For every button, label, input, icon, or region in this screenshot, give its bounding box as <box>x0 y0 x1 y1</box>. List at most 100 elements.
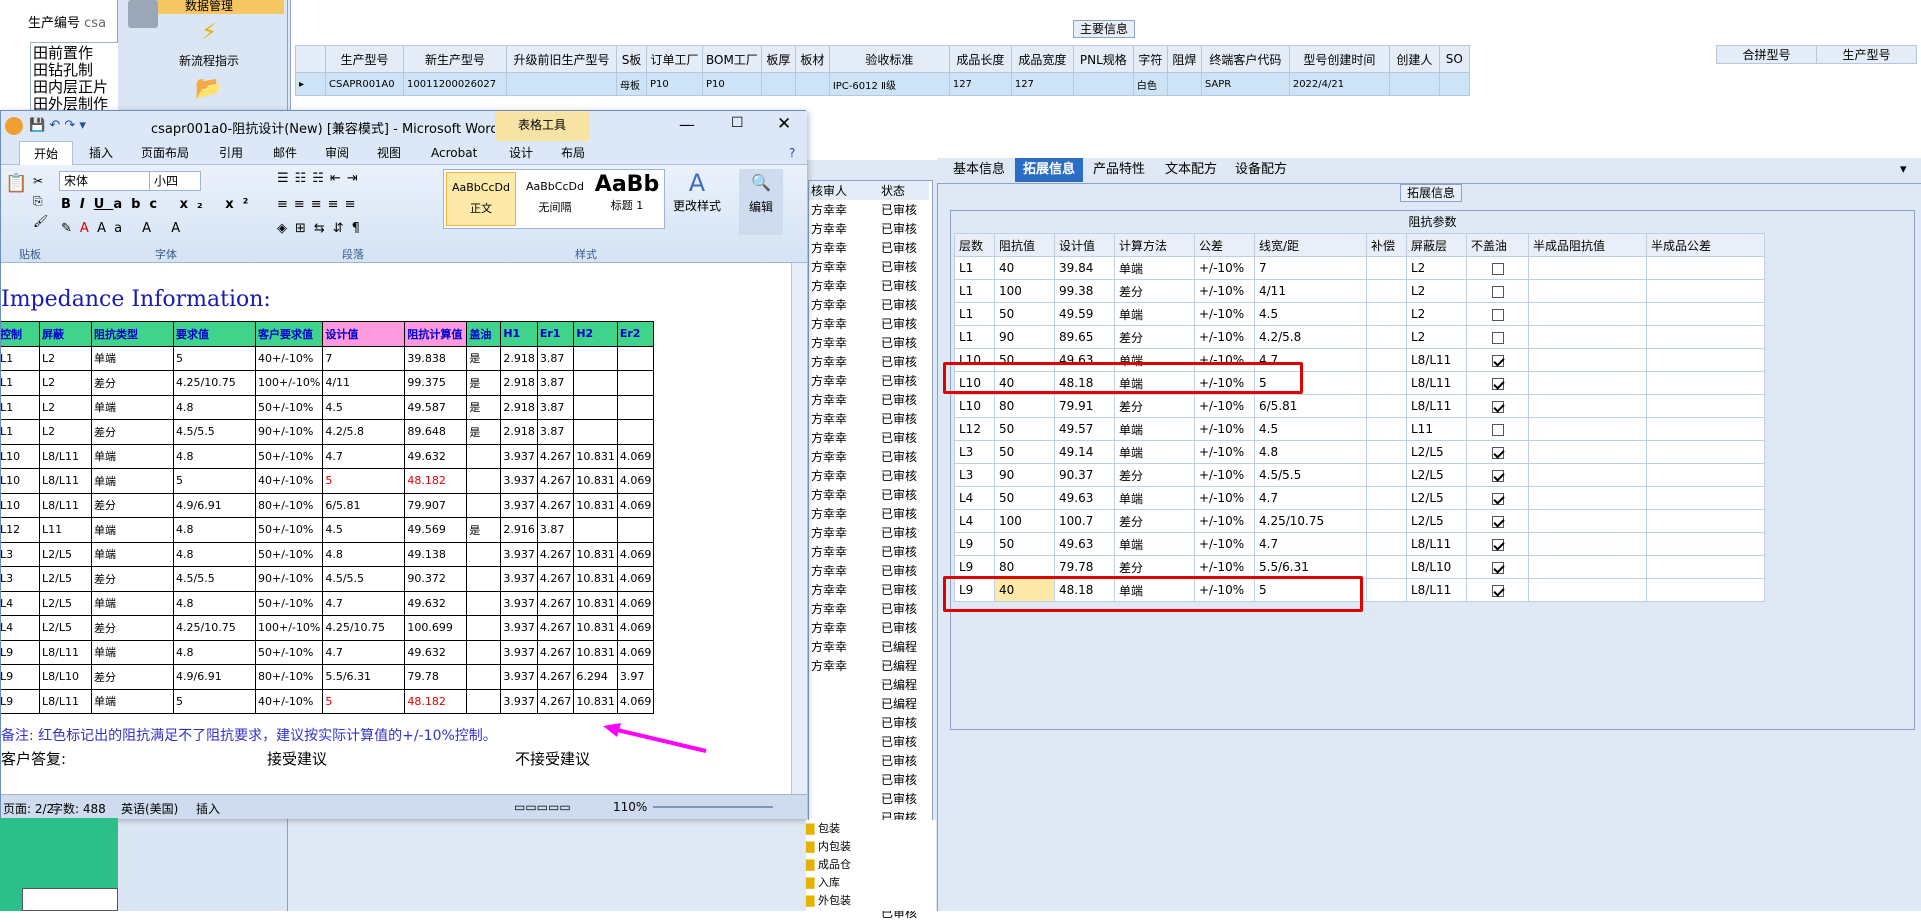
imp-cell[interactable]: 90 <box>994 325 1055 349</box>
close-icon[interactable]: ✕ <box>777 114 791 134</box>
ribbon-tab-home[interactable]: 开始 <box>19 141 74 165</box>
imp-cell[interactable] <box>1646 440 1765 464</box>
col-header[interactable]: BOM工厂 <box>702 45 762 73</box>
tab-device-recipe[interactable]: 设备配方 <box>1227 158 1295 182</box>
imp-cell[interactable] <box>1646 532 1765 556</box>
process-tree-item[interactable]: ▇ 入库 <box>806 874 840 890</box>
no-cover-checkbox[interactable] <box>1491 262 1504 275</box>
mid-row[interactable]: 方幸幸 已审核 <box>809 428 929 447</box>
imp-cell[interactable] <box>1366 578 1407 602</box>
imp-cell[interactable] <box>1366 555 1407 579</box>
process-tree-item[interactable]: ▇ 包装 <box>806 820 840 836</box>
col-header[interactable]: 升级前旧生产型号 <box>506 45 617 73</box>
col-header[interactable]: 合拼型号 <box>1716 45 1817 64</box>
imp-cell[interactable] <box>1646 509 1765 533</box>
imp-cell[interactable] <box>1528 302 1647 326</box>
vertical-scrollbar[interactable] <box>791 263 807 794</box>
imp-cell[interactable]: 49.14 <box>1054 440 1115 464</box>
help-icon[interactable]: ? <box>789 141 795 165</box>
col-header[interactable]: 成品长度 <box>948 45 1012 73</box>
imp-cell[interactable]: 89.65 <box>1054 325 1115 349</box>
imp-cell[interactable]: 100 <box>994 509 1055 533</box>
mid-row[interactable]: 方幸幸 已审核 <box>809 447 929 466</box>
col-header[interactable]: 新生产型号 <box>403 45 507 73</box>
no-cover-cell[interactable] <box>1466 279 1529 303</box>
imp-cell[interactable]: +/-10% <box>1194 440 1255 464</box>
process-tree[interactable]: ▇ 包装 ▇ 内包装 ▇ 成品仓 ▇ 入库 ▇ 外包装 <box>806 820 936 911</box>
tab-dropdown-icon[interactable]: ▾ <box>1892 158 1915 182</box>
imp-cell[interactable] <box>1366 440 1407 464</box>
imp-col-header[interactable]: 屏蔽层 <box>1406 233 1467 257</box>
no-cover-checkbox[interactable] <box>1491 469 1504 482</box>
imp-cell[interactable] <box>1528 371 1647 395</box>
no-cover-checkbox[interactable] <box>1491 331 1504 344</box>
imp-cell[interactable]: 40 <box>994 256 1055 280</box>
no-cover-cell[interactable] <box>1466 417 1529 441</box>
mid-row[interactable]: 方幸幸 已审核 <box>809 504 929 523</box>
imp-cell[interactable]: 90 <box>994 463 1055 487</box>
imp-cell[interactable]: L8/L11 <box>1406 394 1467 418</box>
no-cover-cell[interactable] <box>1466 394 1529 418</box>
imp-cell[interactable]: 差分 <box>1114 325 1195 349</box>
no-cover-cell[interactable] <box>1466 371 1529 395</box>
imp-cell[interactable]: 4.25/10.75 <box>1254 509 1367 533</box>
imp-cell[interactable]: L1 <box>954 302 995 326</box>
mid-row[interactable]: 已审核 <box>809 732 929 751</box>
zoom-slider[interactable] <box>653 806 773 808</box>
no-cover-checkbox[interactable] <box>1491 515 1504 528</box>
col-header[interactable]: 字符 <box>1132 45 1168 73</box>
mid-row[interactable]: 方幸幸 已审核 <box>809 314 929 333</box>
tab-basic[interactable]: 基本信息 <box>945 158 1013 182</box>
document-area[interactable]: Impedance Information: 控制 屏蔽 阻抗类型 要求值 客户要求值设… <box>1 263 791 783</box>
imp-cell[interactable] <box>1366 486 1407 510</box>
mid-row[interactable]: 已审核 <box>809 770 929 789</box>
left-tree[interactable]: 田前置作 田钻孔制 田内层正片 田外层制作 <box>30 42 120 112</box>
no-cover-cell[interactable] <box>1466 509 1529 533</box>
imp-cell[interactable] <box>1528 417 1647 441</box>
imp-col-header[interactable]: 公差 <box>1194 233 1255 257</box>
imp-cell[interactable]: 单端 <box>1114 256 1195 280</box>
impedance-row[interactable]: L3 50 49.14 单端 +/-10% 4.8 L2/L5 <box>954 440 1765 464</box>
imp-cell[interactable] <box>1646 325 1765 349</box>
col-header[interactable]: SO <box>1438 45 1470 73</box>
imp-cell[interactable]: 4.8 <box>1254 440 1367 464</box>
impedance-row[interactable]: L1 50 49.59 单端 +/-10% 4.5 L2 <box>954 302 1765 326</box>
view-buttons[interactable]: ▭▭▭▭▭ <box>514 800 571 814</box>
clipboard-icons[interactable]: ✂ ⎘ 🖌 <box>33 171 48 231</box>
imp-cell[interactable] <box>1528 256 1647 280</box>
imp-cell[interactable]: +/-10% <box>1194 256 1255 280</box>
imp-cell[interactable] <box>1528 486 1647 510</box>
no-cover-cell[interactable] <box>1466 578 1529 602</box>
imp-cell[interactable]: 差分 <box>1114 394 1195 418</box>
imp-cell[interactable] <box>1646 302 1765 326</box>
mid-row[interactable]: 方幸幸 已审核 <box>809 523 929 542</box>
imp-cell[interactable]: 差分 <box>1114 463 1195 487</box>
tab-product[interactable]: 产品特性 <box>1085 158 1153 182</box>
imp-col-header[interactable]: 补偿 <box>1366 233 1407 257</box>
imp-cell[interactable]: L8/L10 <box>1406 555 1467 579</box>
imp-cell[interactable] <box>1646 417 1765 441</box>
mid-row[interactable]: 方幸幸 已审核 <box>809 352 929 371</box>
ribbon-tab-layout[interactable]: 页面布局 <box>141 141 189 165</box>
imp-cell[interactable] <box>1366 348 1407 372</box>
office-button-icon[interactable] <box>5 117 23 135</box>
imp-cell[interactable] <box>1366 279 1407 303</box>
shading-buttons[interactable]: ◈⊞⇆⇵¶ <box>277 221 368 236</box>
no-cover-checkbox[interactable] <box>1491 285 1504 298</box>
col-header[interactable]: 生产型号 <box>325 45 404 73</box>
mid-row[interactable]: 已审核 <box>809 751 929 770</box>
imp-cell[interactable] <box>1528 325 1647 349</box>
no-cover-cell[interactable] <box>1466 302 1529 326</box>
imp-col-header[interactable]: 阻抗值 <box>994 233 1055 257</box>
imp-cell[interactable]: 49.63 <box>1054 486 1115 510</box>
imp-cell[interactable]: L11 <box>1406 417 1467 441</box>
impedance-row[interactable]: L12 50 49.57 单端 +/-10% 4.5 L11 <box>954 417 1765 441</box>
imp-cell[interactable]: +/-10% <box>1194 509 1255 533</box>
imp-cell[interactable]: L12 <box>954 417 995 441</box>
no-cover-cell[interactable] <box>1466 256 1529 280</box>
mid-row[interactable]: 方幸幸 已审核 <box>809 333 929 352</box>
format-buttons[interactable]: BIUabc x₂ x² <box>61 197 257 212</box>
no-cover-checkbox[interactable] <box>1491 400 1504 413</box>
imp-cell[interactable] <box>1366 394 1407 418</box>
imp-cell[interactable]: 79.91 <box>1054 394 1115 418</box>
